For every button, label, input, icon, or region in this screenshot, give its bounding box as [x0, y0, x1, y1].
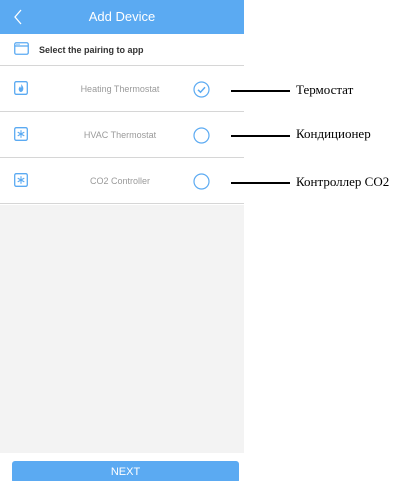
snowflake-icon — [14, 127, 28, 141]
snowflake-icon — [14, 173, 28, 187]
next-button[interactable]: NEXT — [12, 461, 239, 481]
chevron-left-icon — [14, 9, 22, 25]
annotation-line-co2 — [231, 182, 290, 184]
annotation-line-hvac — [231, 135, 290, 137]
device-row-heating-thermostat[interactable]: Heating Thermostat — [0, 66, 244, 112]
radio-unchecked-icon[interactable] — [193, 173, 210, 190]
annotation-co2: Контроллер CO2 — [296, 174, 390, 189]
radio-checked-icon[interactable] — [193, 81, 210, 98]
device-list: Heating Thermostat HVAC Thermostat CO2 C… — [0, 66, 244, 204]
device-row-hvac-thermostat[interactable]: HVAC Thermostat — [0, 112, 244, 158]
annotation-hvac: Кондиционер — [296, 126, 371, 141]
annotation-thermostat: Термостат — [296, 82, 354, 97]
app-header: Add Device — [0, 0, 244, 34]
flame-icon — [14, 81, 28, 95]
pairing-subheader: Select the pairing to app — [0, 34, 244, 66]
app-window-icon — [14, 42, 29, 55]
annotation-line-thermostat — [231, 90, 290, 92]
page-title: Add Device — [88, 9, 156, 24]
phone-screen: Add Device Select the pairing to app Hea… — [0, 0, 244, 481]
device-row-co2-controller[interactable]: CO2 Controller — [0, 158, 244, 204]
device-label: Heating Thermostat — [80, 84, 160, 94]
back-button[interactable] — [8, 6, 28, 28]
radio-unchecked-icon[interactable] — [193, 127, 210, 144]
device-label: HVAC Thermostat — [83, 130, 157, 140]
pairing-instruction: Select the pairing to app — [39, 45, 144, 55]
empty-list-area — [0, 205, 244, 453]
device-label: CO2 Controller — [89, 176, 151, 186]
